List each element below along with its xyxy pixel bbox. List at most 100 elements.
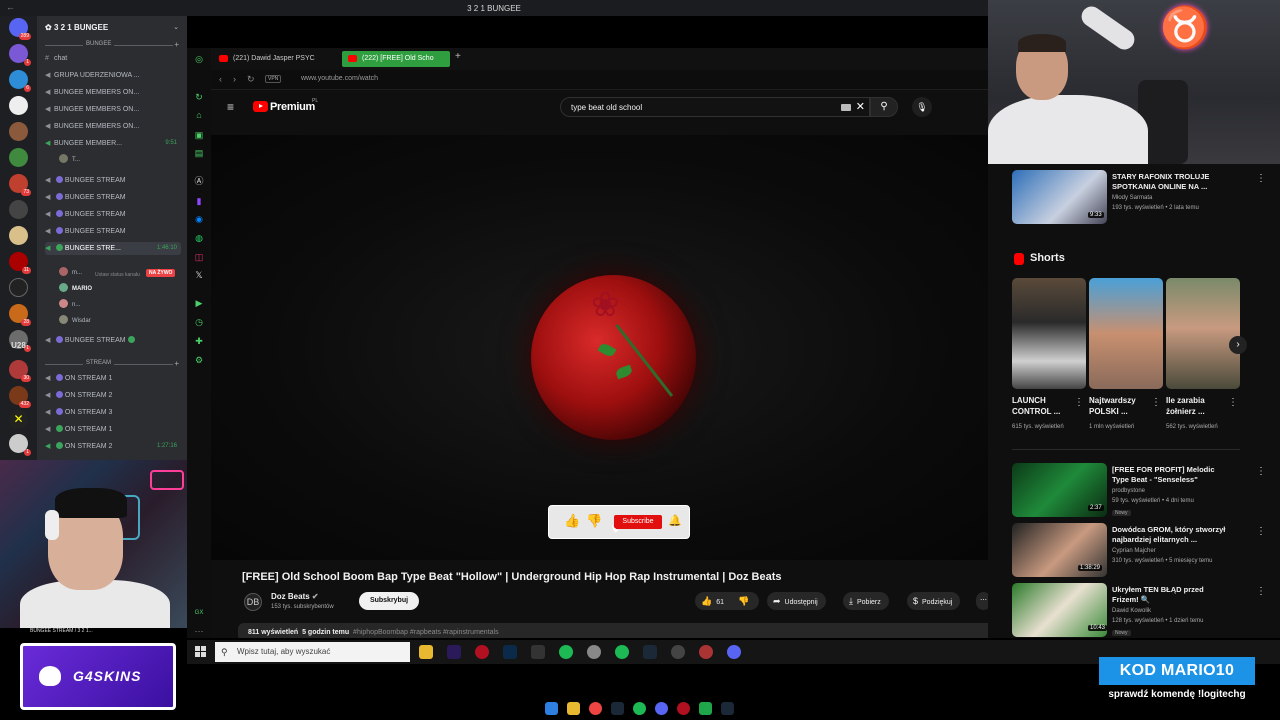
voice-channel[interactable]: ◀ ON STREAM 2 1:27:16 [45, 440, 181, 453]
voice-member[interactable]: T... [59, 154, 80, 166]
whatsapp-icon[interactable]: ◍ [194, 233, 204, 243]
messenger-icon[interactable]: ◉ [194, 214, 204, 224]
reload-icon[interactable]: ↻ [247, 74, 255, 85]
opera-gx-icon[interactable] [475, 645, 489, 659]
server-name[interactable]: ✿ 3 2 1 BUNGEE [45, 23, 108, 32]
windows-start-icon[interactable] [545, 702, 558, 715]
rec-title[interactable]: STARY RAFONIX TROLUJE SPOTKANIA ONLINE N… [1112, 172, 1230, 192]
server-icon[interactable] [9, 148, 28, 167]
ai-icon[interactable]: Ⓐ [194, 176, 204, 186]
after-effects-icon[interactable] [447, 645, 461, 659]
more-actions-button[interactable]: ⋯ [976, 592, 988, 610]
rec-title[interactable]: Dowódca GROM, który stworzył najbardziej… [1112, 525, 1230, 545]
taskbar-search-input[interactable]: ⚲ Wpisz tutaj, aby wyszukać [215, 642, 410, 662]
more-vert-icon[interactable]: ⋮ [1228, 397, 1238, 408]
rec-channel[interactable]: prodbystone [1112, 488, 1145, 494]
short-thumbnail[interactable] [1166, 278, 1240, 389]
aria-icon[interactable]: ▣ [194, 130, 204, 140]
search-query[interactable]: type beat old school [571, 103, 642, 112]
voice-channel[interactable]: ◀ BUNGEE STREAM [45, 208, 181, 221]
voice-channel-active[interactable]: ◀ BUNGEE STRE... 1:46:10 [45, 242, 181, 255]
x-twitter-icon[interactable]: 𝕏 [194, 270, 204, 280]
photoshop-icon[interactable] [503, 645, 517, 659]
more-icon[interactable]: ⋯ [194, 626, 204, 636]
extensions-icon[interactable]: ✚ [194, 336, 204, 346]
app-icon[interactable] [671, 645, 685, 659]
category-stream[interactable]: STREAM [83, 360, 115, 366]
short-thumbnail[interactable] [1089, 278, 1163, 389]
youtube-premium-label[interactable]: Premium [270, 101, 315, 113]
voice-channel[interactable]: ◀ BUNGEE STREAM [45, 174, 181, 187]
browser-tab-active[interactable]: (222) [FREE] Old Scho [342, 51, 450, 67]
thanks-button[interactable]: $ Podziękuj [907, 592, 961, 610]
voice-channel[interactable]: ◀ BUNGEE MEMBERS ON... [45, 86, 181, 99]
rec-channel[interactable]: Dawid Kowolik [1112, 608, 1151, 614]
history-icon[interactable]: ◷ [194, 317, 204, 327]
hashtags[interactable]: #hiphopBoombap #rapbeats #rapinstrumenta… [353, 629, 499, 636]
shorts-next-chevron-icon[interactable]: › [1229, 336, 1247, 354]
server-icon[interactable]: 28 [9, 304, 31, 326]
rec-channel[interactable]: Cyprian Majcher [1112, 548, 1156, 554]
voice-channel[interactable]: ◀ GRUPA UDERZENIOWA ... [45, 69, 181, 82]
short-title[interactable]: Ile zarabia żołnierz ... [1166, 395, 1228, 417]
server-icon[interactable]: 73 [9, 174, 31, 196]
category-bungee[interactable]: BUNGEE [83, 41, 115, 47]
server-icon[interactable] [9, 278, 28, 297]
youtube-logo-icon[interactable] [253, 101, 268, 112]
steam-icon[interactable] [721, 702, 734, 715]
voice-channel[interactable]: ◀ BUNGEE MEMBER... 9:51 [45, 137, 181, 150]
voice-channel[interactable]: ◀ BUNGEE STREAM [45, 334, 181, 347]
refresh-icon[interactable]: ↻ [194, 92, 204, 102]
more-vert-icon[interactable]: ⋮ [1256, 586, 1266, 597]
description-box[interactable]: 811 wyświetleń 5 godzin temu #hiphopBoom… [238, 623, 988, 638]
discord-icon[interactable] [727, 645, 741, 659]
file-explorer-icon[interactable] [419, 645, 433, 659]
server-icon[interactable]: 1 [9, 44, 31, 66]
server-icon[interactable]: 432 [9, 386, 31, 408]
voice-channel[interactable]: ◀ BUNGEE STREAM [45, 225, 181, 238]
app-icon[interactable] [587, 645, 601, 659]
voice-channel[interactable]: ◀ BUNGEE STREAM [45, 191, 181, 204]
recommendation-item[interactable]: 10:43 Ukryłem TEN BŁĄD przed Frizem! 🔍 D… [1012, 583, 1266, 638]
discord-home-icon[interactable]: 289 [9, 18, 31, 40]
steam-icon[interactable] [611, 702, 624, 715]
voice-member[interactable]: MARIO [59, 283, 92, 295]
forward-icon[interactable]: › [233, 74, 236, 84]
chrome-icon[interactable] [589, 702, 602, 715]
voice-channel[interactable]: ◀ ON STREAM 2 [45, 389, 181, 402]
windows-start-icon[interactable] [195, 646, 206, 657]
server-icon[interactable]: 30 [9, 360, 31, 382]
vpn-badge[interactable]: VPN [265, 75, 282, 83]
dislike-icon[interactable]: 👎 [738, 596, 749, 606]
menu-icon[interactable]: ≡ [227, 100, 234, 114]
rec-title[interactable]: Ukryłem TEN BŁĄD przed Frizem! 🔍 [1112, 585, 1230, 605]
settings-gear-icon[interactable]: ⚙ [194, 355, 204, 365]
search-input[interactable]: type beat old school ✕ [560, 97, 870, 117]
short-thumbnail[interactable] [1012, 278, 1086, 389]
rec-channel[interactable]: Młody Sarmata [1112, 195, 1152, 201]
rec-title[interactable]: [FREE FOR PROFIT] Melodic Type Beat - "S… [1112, 465, 1230, 485]
discord-icon[interactable] [655, 702, 668, 715]
recommendation-item[interactable]: 9:33 STARY RAFONIX TROLUJE SPOTKANIA ONL… [1012, 170, 1266, 226]
voice-member[interactable]: n... [59, 299, 80, 311]
shopping-icon[interactable]: ⌂ [194, 110, 204, 120]
url-field[interactable]: www.youtube.com/watch [301, 75, 378, 82]
search-button[interactable]: ⚲ [870, 97, 898, 117]
news-icon[interactable]: ▤ [194, 148, 204, 158]
like-dislike-group[interactable]: 👍 61 👎 [695, 592, 759, 610]
gx-icon[interactable]: GX [194, 608, 204, 618]
short-title[interactable]: Najtwardszy POLSKI ... [1089, 395, 1151, 417]
server-icon[interactable]: 6 [9, 70, 31, 92]
more-vert-icon[interactable]: ⋮ [1074, 397, 1084, 408]
app-icon[interactable] [699, 702, 712, 715]
server-icon[interactable] [9, 200, 28, 219]
channel-name[interactable]: Doz Beats ✔ [271, 592, 319, 601]
close-x-server-icon[interactable]: ✕ [9, 410, 28, 429]
subscribe-button[interactable]: Subskrybuj [359, 592, 419, 610]
player-icon[interactable]: ▶ [194, 298, 204, 308]
share-button[interactable]: ➦ Udostępnij [767, 592, 826, 610]
more-vert-icon[interactable]: ⋮ [1256, 466, 1266, 477]
back-icon[interactable]: ‹ [219, 74, 222, 84]
clear-search-icon[interactable]: ✕ [856, 101, 865, 113]
instagram-icon[interactable]: ◫ [194, 252, 204, 262]
